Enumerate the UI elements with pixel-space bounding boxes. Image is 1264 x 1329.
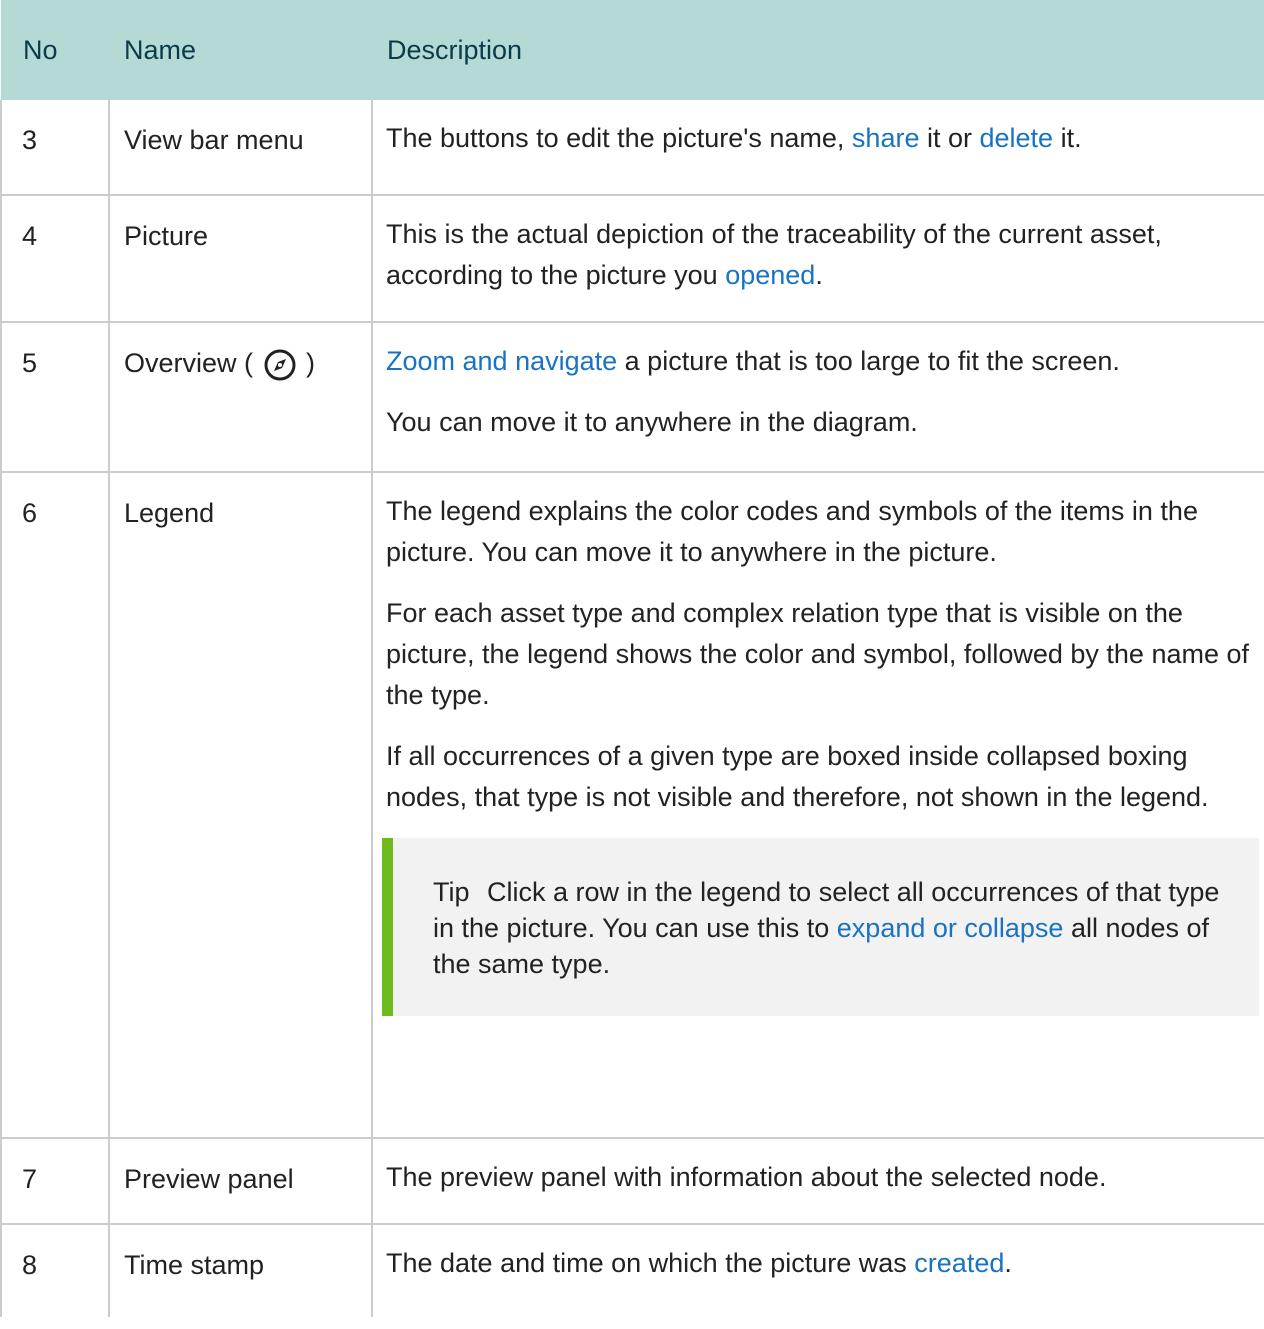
table-row: 3 View bar menu The buttons to edit the … (0, 100, 1264, 196)
row-description: The buttons to edit the picture's name, … (372, 100, 1264, 196)
row-name-prefix: Overview ( (124, 348, 254, 378)
desc-text: The preview panel with information about… (386, 1162, 1107, 1192)
row-number: 8 (0, 1224, 110, 1317)
desc-text: . (1004, 1248, 1012, 1278)
row-description: The legend explains the color codes and … (372, 472, 1264, 1139)
row-name: Time stamp (109, 1224, 373, 1317)
delete-link[interactable]: delete (979, 123, 1053, 153)
row-name: Preview panel (109, 1138, 373, 1225)
table-row: 5 Overview ( ) Zoom and navigate a pictu… (0, 322, 1264, 473)
header-name: Name (124, 34, 197, 65)
row-number: 4 (0, 195, 110, 323)
row-name: Picture (109, 195, 373, 323)
table-row: 6 Legend The legend explains the color c… (0, 472, 1264, 1139)
table-row: 4 Picture This is the actual depiction o… (0, 195, 1264, 323)
desc-paragraph: For each asset type and complex relation… (386, 598, 1249, 710)
row-number: 5 (0, 322, 110, 473)
desc-text: a picture that is too large to fit the s… (617, 346, 1120, 376)
header-description: Description (387, 34, 523, 65)
row-number: 6 (0, 472, 110, 1139)
header-no: No (23, 34, 58, 65)
row-name: Overview ( ) (109, 322, 373, 473)
expand-collapse-link[interactable]: expand or collapse (837, 913, 1064, 943)
compass-icon (263, 348, 297, 382)
tip-label: Tip (433, 877, 470, 907)
row-number: 3 (0, 100, 110, 196)
tip-box: Tip Click a row in the legend to select … (382, 838, 1259, 1016)
row-name: Legend (109, 472, 373, 1139)
desc-paragraph: You can move it to anywhere in the diagr… (386, 407, 918, 437)
row-description: Zoom and navigate a picture that is too … (372, 322, 1264, 473)
zoom-navigate-link[interactable]: Zoom and navigate (386, 346, 617, 376)
desc-paragraph: If all occurrences of a given type are b… (386, 741, 1209, 812)
opened-link[interactable]: opened (725, 260, 815, 290)
desc-text: it. (1053, 123, 1082, 153)
desc-text: The date and time on which the picture w… (386, 1248, 915, 1278)
table-header-row: No Name Description (1, 0, 1264, 100)
row-description: The date and time on which the picture w… (372, 1224, 1264, 1317)
row-name: View bar menu (109, 100, 373, 196)
share-link[interactable]: share (852, 123, 920, 153)
desc-text: . (815, 260, 823, 290)
table-row: 7 Preview panel The preview panel with i… (0, 1138, 1264, 1225)
desc-paragraph: Zoom and navigate a picture that is too … (386, 341, 1255, 382)
row-number: 7 (0, 1138, 110, 1225)
desc-text: The buttons to edit the picture's name, (386, 123, 852, 153)
description-table: No Name Description 3 View bar menu The … (0, 0, 1264, 1317)
row-description: The preview panel with information about… (372, 1138, 1264, 1225)
desc-text: it or (919, 123, 980, 153)
row-name-suffix: ) (306, 348, 316, 378)
created-link[interactable]: created (914, 1248, 1004, 1278)
row-description: This is the actual depiction of the trac… (372, 195, 1264, 323)
table-row: 8 Time stamp The date and time on which … (0, 1224, 1264, 1317)
desc-paragraph: The legend explains the color codes and … (386, 496, 1198, 567)
